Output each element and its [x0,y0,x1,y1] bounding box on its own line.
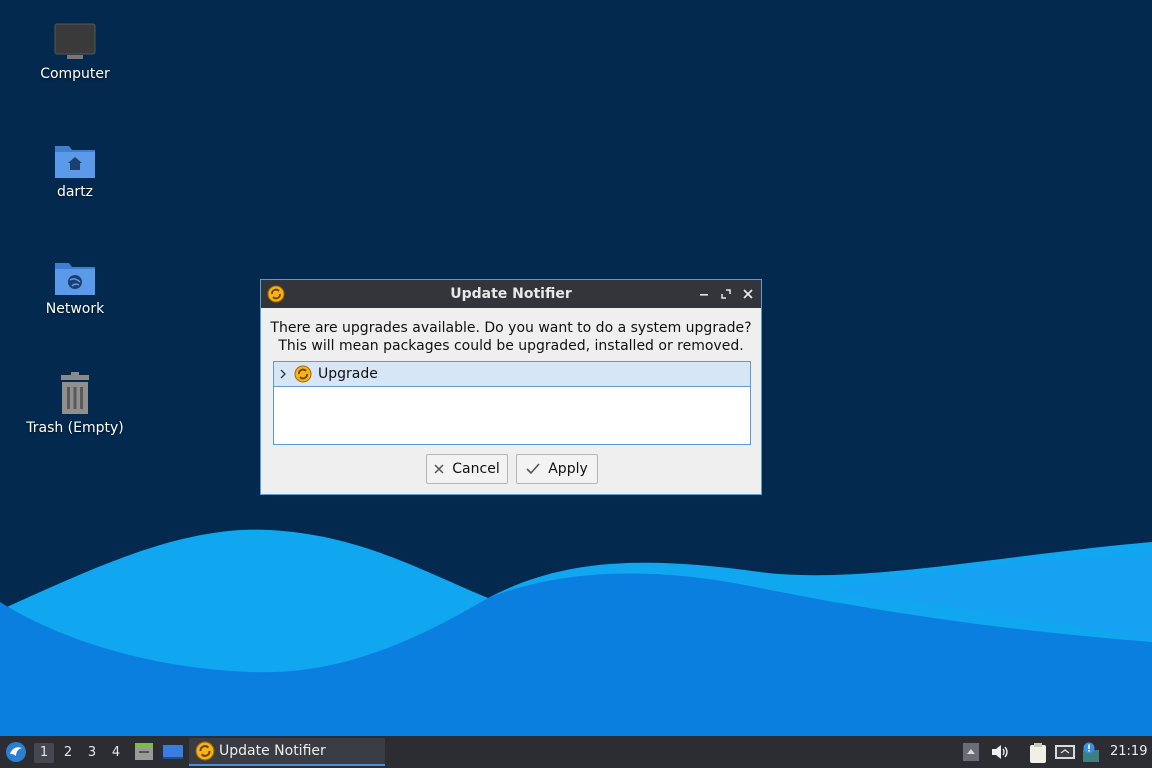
desktop-icon-network[interactable]: Network [15,257,135,317]
show-desktop-button[interactable] [162,742,184,766]
update-notifier-icon [195,741,215,761]
start-menu-button[interactable] [4,740,28,768]
apply-label: Apply [548,461,588,477]
desktop-icon-computer[interactable]: Computer [15,22,135,82]
close-button[interactable] [741,287,755,301]
maximize-icon [721,289,731,299]
tree-row-upgrade[interactable]: Upgrade [274,362,750,387]
network-folder-icon [55,263,95,295]
close-icon [743,289,753,299]
workspace-1[interactable]: 1 [34,743,54,763]
upgrade-tree-view[interactable]: Upgrade [273,361,751,445]
file-manager-icon [135,743,153,760]
checkmark-icon [526,463,540,475]
chevron-up-icon [963,743,979,761]
desktop-icon-home-folder[interactable]: dartz [15,140,135,200]
update-notifier-dialog: Update Notifier There are upgrades avail… [260,279,762,495]
dialog-titlebar[interactable]: Update Notifier [261,280,761,308]
network-status-button[interactable] [1054,742,1076,766]
workspace-4[interactable]: 4 [106,743,126,763]
apply-button[interactable]: Apply [516,454,598,484]
chevron-right-icon[interactable] [274,369,292,379]
home-folder-icon [55,146,95,178]
close-icon [434,464,444,474]
desktop-icon-trash[interactable]: Trash (Empty) [15,372,135,436]
desktop-icon-label: dartz [56,184,94,200]
dialog-message: There are upgrades available. Do you wan… [261,319,761,355]
workspace-2[interactable]: 2 [58,743,78,763]
minimize-icon [700,294,708,296]
minimize-button[interactable] [697,287,711,301]
alert-icon [1083,742,1099,762]
message-line-1: There are upgrades available. Do you wan… [270,320,752,336]
clipboard-button[interactable] [1028,742,1048,768]
upgrade-icon [294,365,312,383]
taskbar-task-update-notifier[interactable]: Update Notifier [189,738,385,766]
desktop-icon-label: Computer [40,66,110,82]
tree-row-label: Upgrade [318,366,378,382]
clock[interactable]: 21:19 [1110,744,1147,759]
clipboard-icon [1030,743,1046,763]
taskbar: 1 2 3 4 Update Notifier 21:19 [0,736,1152,768]
maximize-button[interactable] [719,287,733,301]
cancel-label: Cancel [452,461,500,477]
desktop-icon-label: Trash (Empty) [26,420,124,436]
network-wired-icon [1055,745,1075,759]
update-notifier-icon [267,285,285,307]
lxqt-logo-icon [6,742,26,762]
update-alert-button[interactable] [1080,742,1102,768]
desktop-icon [163,745,183,759]
file-manager-launcher[interactable] [134,742,154,766]
computer-icon [54,23,96,59]
tray-expand-button[interactable] [962,742,980,766]
workspace-3[interactable]: 3 [82,743,102,763]
desktop-icon-label: Network [45,301,105,317]
task-label: Update Notifier [219,743,326,759]
volume-button[interactable] [990,742,1010,766]
cancel-button[interactable]: Cancel [426,454,508,484]
dialog-title: Update Notifier [450,286,572,302]
speaker-icon [992,745,1008,759]
trash-icon [61,372,89,414]
message-line-2: This will mean packages could be upgrade… [278,338,744,354]
